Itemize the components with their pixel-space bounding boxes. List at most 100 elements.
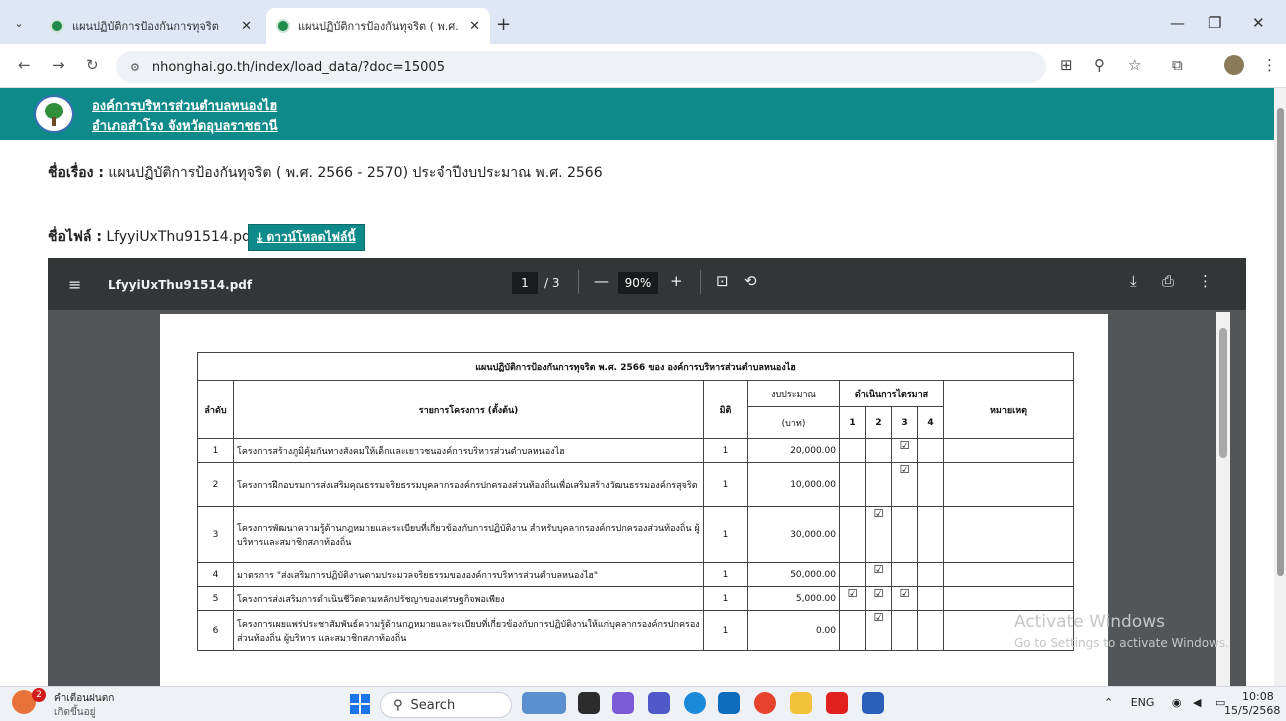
row-project: โครงการพัฒนาความรู้ด้านกฎหมายและระเบียบท…	[233, 506, 704, 563]
row-quarter-2	[865, 462, 892, 507]
col-header-q1: 1	[839, 406, 866, 439]
org-location-link[interactable]: อำเภอสำโรง จังหวัดอุบลราชธานี	[92, 115, 278, 136]
acrobat-icon[interactable]	[826, 692, 848, 714]
site-info-icon[interactable]: ⚙	[130, 61, 140, 74]
row-dimension: 1	[703, 506, 748, 563]
pdf-scroll-thumb[interactable]	[1219, 328, 1227, 458]
row-project: โครงการส่งเสริมการดำเนินชีวิตตามหลักปรัช…	[233, 586, 704, 611]
language-indicator[interactable]: ENG	[1131, 696, 1155, 709]
minimize-button[interactable]: —	[1170, 14, 1185, 32]
row-remark	[943, 562, 1074, 587]
row-quarter-1	[839, 562, 866, 587]
row-quarter-1	[839, 438, 866, 463]
browser-tab-1[interactable]: แผนปฏิบัติการป้องกันการทุจริต ✕	[40, 8, 262, 44]
row-remark	[943, 506, 1074, 563]
row-no: 4	[197, 562, 234, 587]
col-header-quarter: ดำเนินการไตรมาส	[839, 380, 944, 407]
row-dimension: 1	[703, 610, 748, 651]
word-icon[interactable]	[862, 692, 884, 714]
address-bar[interactable]: ⚙ nhonghai.go.th/index/load_data/?doc=15…	[116, 51, 1046, 83]
taskbar	[0, 686, 1286, 721]
row-quarter-2: ☑	[865, 506, 892, 563]
row-no: 5	[197, 586, 234, 611]
weather-title[interactable]: คำเตือนฝนตก	[54, 691, 114, 706]
profile-avatar[interactable]	[1224, 55, 1244, 75]
bookmark-star-icon[interactable]: ☆	[1128, 56, 1141, 74]
task-view-icon[interactable]	[578, 692, 600, 714]
forward-icon[interactable]: →	[52, 56, 65, 74]
row-quarter-2: ☑	[865, 586, 892, 611]
page-number-input[interactable]: 1	[512, 272, 538, 294]
zoom-icon[interactable]: ⚲	[1094, 56, 1105, 74]
subject-label: ชื่อเรื่อง :	[48, 165, 104, 181]
zoom-in-icon[interactable]: +	[670, 272, 683, 290]
site-favicon-icon	[276, 19, 290, 33]
file-value: LfyyiUxThu91514.pdf	[101, 229, 256, 245]
row-budget: 50,000.00	[747, 562, 840, 587]
row-budget: 5,000.00	[747, 586, 840, 611]
more-options-icon[interactable]: ⋮	[1198, 272, 1213, 290]
row-quarter-3: ☑	[891, 438, 918, 463]
browser-tab-2-active[interactable]: แผนปฏิบัติการป้องกันทุจริต ( พ.ศ. 25 ✕	[266, 8, 490, 44]
org-name-link[interactable]: องค์การบริหารส่วนตำบลหนองไฮ	[92, 95, 277, 116]
row-dimension: 1	[703, 462, 748, 507]
volume-icon[interactable]: ◀	[1193, 696, 1201, 709]
reload-icon[interactable]: ↻	[86, 56, 99, 74]
row-no: 6	[197, 610, 234, 651]
row-quarter-3: ☑	[891, 462, 918, 507]
pdf-menu-icon[interactable]: ≡	[68, 275, 81, 294]
download-file-button[interactable]: ⤓ ดาวน์โหลดไฟล์นี้	[248, 224, 365, 251]
subject-value: แผนปฏิบัติการป้องกันทุจริต ( พ.ศ. 2566 -…	[103, 165, 603, 181]
system-tray[interactable]: ⌃ ENG ◉ ◀ ▭	[1104, 696, 1225, 709]
teams-icon[interactable]	[648, 692, 670, 714]
close-window-button[interactable]: ✕	[1252, 14, 1265, 32]
rotate-icon[interactable]: ⟲	[744, 272, 757, 290]
page-total: / 3	[544, 276, 560, 290]
notification-badge: 2	[32, 688, 46, 702]
extensions-icon[interactable]: ⧉	[1172, 56, 1183, 74]
outlook-icon[interactable]	[718, 692, 740, 714]
row-quarter-1: ☑	[839, 586, 866, 611]
chrome-icon[interactable]	[754, 692, 776, 714]
row-remark	[943, 462, 1074, 507]
row-project: โครงการเผยแพร่ประชาสัมพันธ์ความรู้ด้านกฎ…	[233, 610, 704, 651]
row-quarter-2	[865, 438, 892, 463]
new-tab-button[interactable]: +	[496, 14, 511, 35]
wifi-icon[interactable]: ◉	[1172, 696, 1182, 709]
col-header-q2: 2	[865, 406, 892, 439]
widget-scenery-icon[interactable]	[522, 692, 566, 714]
plan-table: แผนปฏิบัติการป้องกันการทุจริต พ.ศ. 2566 …	[197, 352, 1074, 651]
row-budget: 20,000.00	[747, 438, 840, 463]
close-tab-icon[interactable]: ✕	[469, 19, 480, 34]
print-icon[interactable]: ⎙	[1162, 272, 1174, 290]
col-header-q3: 3	[891, 406, 918, 439]
page-scroll-thumb[interactable]	[1277, 108, 1284, 576]
zoom-out-icon[interactable]: —	[594, 272, 609, 290]
row-project: โครงการฝึกอบรมการส่งเสริมคุณธรรมจริยธรรม…	[233, 462, 704, 507]
fit-page-icon[interactable]: ⊡	[716, 272, 729, 290]
checkbox-checked-icon: ☑	[873, 587, 884, 600]
edge-icon[interactable]	[684, 692, 706, 714]
chevron-up-icon[interactable]: ⌃	[1104, 696, 1113, 709]
file-explorer-icon[interactable]	[790, 692, 812, 714]
zoom-level-input[interactable]: 90%	[618, 272, 658, 294]
file-label: ชื่อไฟล์ :	[48, 229, 102, 245]
close-tab-icon[interactable]: ✕	[241, 19, 252, 34]
toolbar-divider	[700, 270, 701, 294]
taskbar-search[interactable]: ⚲ Search	[380, 692, 512, 718]
download-icon[interactable]: ⤓	[1130, 272, 1137, 290]
clock-date[interactable]: 15/5/2568	[1224, 704, 1280, 717]
tab-search-button[interactable]: ⌄	[8, 12, 30, 34]
restore-button[interactable]: ❐	[1208, 14, 1221, 32]
translate-icon[interactable]: ⊞	[1060, 56, 1073, 74]
row-quarter-4	[917, 610, 944, 651]
row-quarter-3	[891, 610, 918, 651]
back-icon[interactable]: ←	[18, 56, 31, 74]
site-favicon-icon	[50, 19, 64, 33]
browser-menu-icon[interactable]: ⋮	[1262, 56, 1277, 74]
copilot-icon[interactable]	[612, 692, 634, 714]
row-dimension: 1	[703, 586, 748, 611]
clock-time[interactable]: 10:08	[1242, 690, 1274, 703]
row-budget: 30,000.00	[747, 506, 840, 563]
windows-start-icon[interactable]	[350, 694, 370, 714]
